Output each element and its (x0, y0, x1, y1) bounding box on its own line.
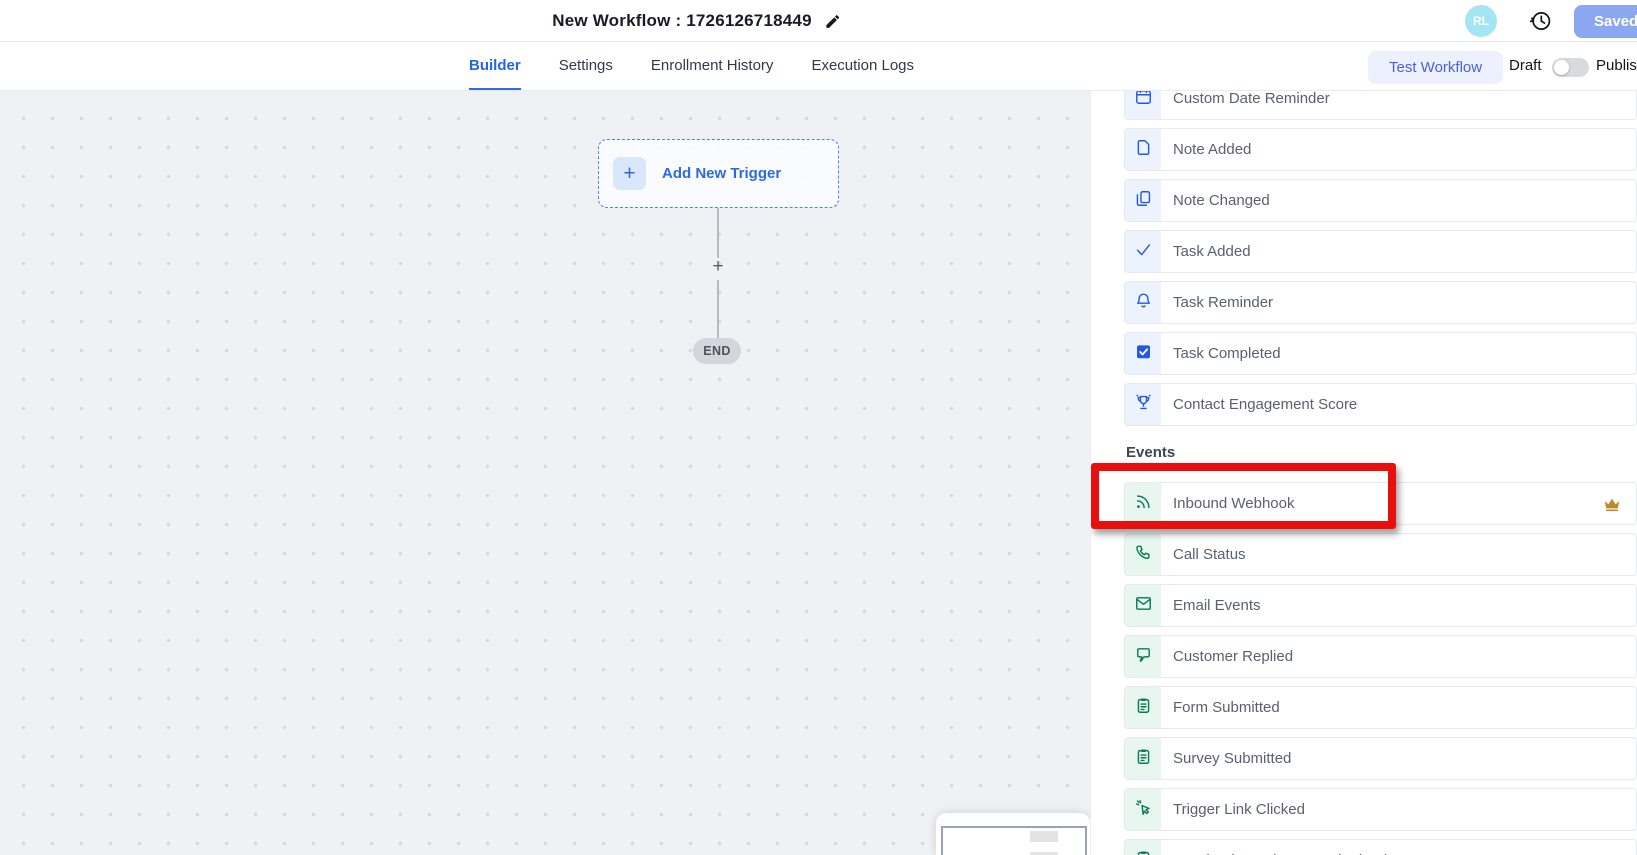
add-step-plus-button[interactable]: + (708, 257, 728, 277)
icon-strip (1125, 585, 1161, 626)
tab-execution-logs[interactable]: Execution Logs (811, 42, 914, 90)
draft-label: Draft (1509, 42, 1542, 90)
bell-icon (1134, 291, 1153, 315)
workflow-canvas[interactable]: + Add New Trigger + END (0, 91, 1090, 855)
trigger-item-customer-replied[interactable]: Customer Replied (1124, 635, 1637, 678)
trigger-item-label: Call Status (1173, 546, 1246, 563)
publish-label: Publish (1596, 42, 1637, 90)
trigger-item-label: Email Events (1173, 597, 1261, 614)
mail-icon (1134, 594, 1153, 618)
trigger-item-task-added[interactable]: Task Added (1124, 230, 1637, 273)
check-icon (1134, 240, 1153, 264)
icon-strip (1125, 333, 1161, 374)
page-title: New Workflow : 1726126718449 (552, 11, 811, 31)
icon-strip (1125, 534, 1161, 575)
webhook-icon (1134, 492, 1153, 516)
version-history-icon[interactable] (1529, 9, 1553, 33)
connector-line-top (717, 208, 719, 258)
trigger-item-custom-date-reminder[interactable]: Custom Date Reminder (1124, 91, 1637, 120)
tab-settings[interactable]: Settings (559, 42, 613, 90)
connector-line-bottom (717, 280, 719, 338)
plus-icon: + (613, 157, 646, 190)
trigger-item-label: Survey Submitted (1173, 750, 1291, 767)
trigger-item-label: Trigger Link Clicked (1173, 801, 1305, 818)
icon-strip (1125, 738, 1161, 779)
icon-strip (1125, 636, 1161, 677)
add-new-trigger-button[interactable]: + Add New Trigger (598, 139, 839, 208)
add-new-trigger-label: Add New Trigger (662, 165, 781, 182)
trophy-icon (1134, 393, 1153, 417)
section-title-events: Events (1126, 444, 1175, 461)
test-workflow-button[interactable]: Test Workflow (1368, 51, 1503, 84)
icon-strip (1125, 789, 1161, 830)
trigger-item-form-submitted[interactable]: Form Submitted (1124, 686, 1637, 729)
icon-strip (1125, 231, 1161, 272)
trigger-item-trigger-link-clicked[interactable]: Trigger Link Clicked (1124, 788, 1637, 831)
trigger-item-label: Note Changed (1173, 192, 1270, 209)
minimap-placeholder-bar (1030, 831, 1058, 842)
icon-strip (1125, 840, 1161, 855)
edit-title-pencil-icon[interactable] (825, 13, 842, 30)
workflow-title-wrap: New Workflow : 1726126718449 (552, 0, 841, 42)
toggle-knob (1554, 60, 1569, 75)
trigger-item-task-completed[interactable]: Task Completed (1124, 332, 1637, 375)
icon-strip (1125, 91, 1161, 119)
trigger-item-note-changed[interactable]: Note Changed (1124, 179, 1637, 222)
icon-strip (1125, 687, 1161, 728)
phone-icon (1134, 543, 1153, 567)
trigger-item-label: Customer Replied (1173, 648, 1293, 665)
workflow-builder-app: { "header": { "title": "New Workflow : 1… (0, 0, 1637, 855)
end-node: END (693, 338, 741, 364)
clipboard-icon (1134, 849, 1153, 855)
trigger-item-call-status[interactable]: Call Status (1124, 533, 1637, 576)
icon-strip (1125, 384, 1161, 425)
cursor-click-icon (1134, 798, 1153, 822)
icon-strip (1125, 282, 1161, 323)
trigger-sidebar: Custom Date Reminder Note Added Note Chang… (1090, 91, 1637, 855)
trigger-item-inbound-webhook[interactable]: Inbound Webhook (1124, 482, 1637, 525)
saved-button[interactable]: Saved (1574, 5, 1637, 38)
trigger-item-label: Note Added (1173, 141, 1251, 158)
calendar-icon (1134, 91, 1153, 111)
minimap-viewport (941, 826, 1087, 855)
trigger-item-email-events[interactable]: Email Events (1124, 584, 1637, 627)
chat-icon (1134, 645, 1153, 669)
trigger-item-task-reminder[interactable]: Task Reminder (1124, 281, 1637, 324)
check-square-icon (1134, 342, 1153, 366)
crown-icon (1602, 494, 1622, 514)
trigger-item-label: Custom Date Reminder (1173, 91, 1330, 107)
user-avatar[interactable]: RL (1465, 5, 1497, 37)
publish-toggle[interactable] (1552, 58, 1589, 77)
icon-strip (1125, 180, 1161, 221)
trigger-item-label: Task Reminder (1173, 294, 1273, 311)
trigger-item-contact-engagement-score[interactable]: Contact Engagement Score (1124, 383, 1637, 426)
trigger-item-facebook-lead-form-submitted[interactable]: Facebook Lead Form Submitted (1124, 839, 1637, 855)
clipboard-icon (1134, 747, 1153, 771)
trigger-item-note-added[interactable]: Note Added (1124, 128, 1637, 171)
trigger-item-label: Form Submitted (1173, 699, 1280, 716)
tab-row: Builder Settings Enrollment History Executi… (469, 42, 914, 90)
note-changed-icon (1134, 189, 1153, 213)
tab-bar: Builder Settings Enrollment History Executi… (0, 42, 1637, 91)
icon-strip (1125, 129, 1161, 170)
trigger-item-label: Task Completed (1173, 345, 1281, 362)
app-header: New Workflow : 1726126718449 RL Saved (0, 0, 1637, 42)
trigger-item-survey-submitted[interactable]: Survey Submitted (1124, 737, 1637, 780)
trigger-item-label: Inbound Webhook (1173, 495, 1295, 512)
tab-builder[interactable]: Builder (469, 42, 521, 90)
trigger-item-label: Contact Engagement Score (1173, 396, 1357, 413)
clipboard-icon (1134, 696, 1153, 720)
note-icon (1134, 138, 1153, 162)
trigger-item-label: Task Added (1173, 243, 1251, 260)
icon-strip (1125, 483, 1161, 524)
tab-enrollment-history[interactable]: Enrollment History (651, 42, 774, 90)
minimap-panel (936, 813, 1090, 855)
